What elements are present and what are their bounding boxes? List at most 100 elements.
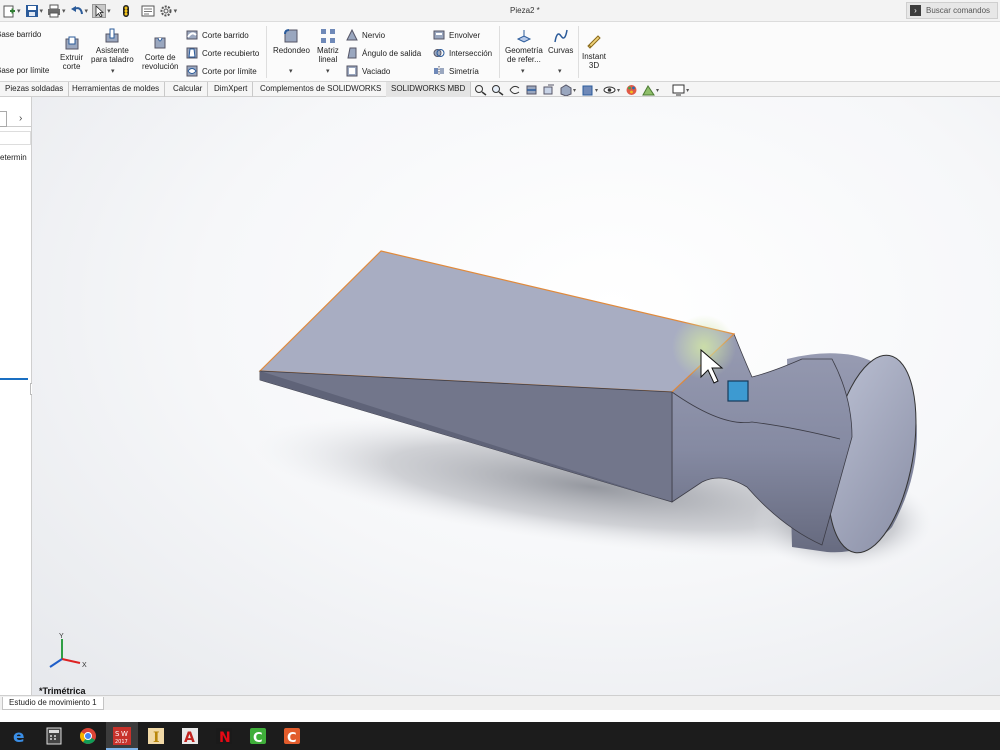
shell-icon xyxy=(346,65,358,77)
corte-recubierto-label: Corte recubierto xyxy=(202,48,260,58)
hammer-model[interactable] xyxy=(32,97,1000,695)
simetria-button[interactable]: Simetría xyxy=(433,65,479,77)
base-limite-button[interactable]: Base por límite xyxy=(0,66,49,75)
apply-scene-caret[interactable]: ▾ xyxy=(656,87,659,94)
rebuild-icon[interactable] xyxy=(119,4,133,18)
hide-show-caret[interactable]: ▾ xyxy=(617,87,620,94)
corte-barrido-button[interactable]: Corte barrido xyxy=(186,29,249,41)
tab-herramientas-moldes[interactable]: Herramientas de moldes xyxy=(67,82,166,97)
lofted-cut-icon xyxy=(186,47,198,59)
new-dropdown-caret[interactable]: ▾ xyxy=(17,7,21,15)
curvas-button[interactable]: Curvas xyxy=(548,28,573,55)
hide-show-items-icon[interactable] xyxy=(603,84,616,96)
geometria-referencia-caret[interactable]: ▾ xyxy=(521,67,525,75)
svg-text:W: W xyxy=(121,730,128,738)
edge-icon[interactable]: e xyxy=(10,726,30,746)
netflix-icon[interactable]: N xyxy=(214,726,234,746)
expand-panel-chevron-icon[interactable]: › xyxy=(19,113,22,124)
acrobat-icon[interactable]: A xyxy=(180,726,200,746)
view-orientation-icon[interactable] xyxy=(559,84,572,97)
zoom-to-area-icon[interactable] xyxy=(491,84,504,96)
tab-calcular[interactable]: Calcular xyxy=(168,82,209,97)
previous-view-icon[interactable] xyxy=(508,84,521,96)
print-icon[interactable] xyxy=(47,4,61,18)
tab-solidworks-mbd[interactable]: SOLIDWORKS MBD xyxy=(386,82,472,97)
instant3d-button[interactable]: Instant 3D xyxy=(582,34,606,70)
selection-square xyxy=(727,380,749,402)
view-settings-icon[interactable] xyxy=(672,84,685,96)
matriz-lineal-button[interactable]: Matriz lineal xyxy=(317,28,339,64)
corte-recubierto-button[interactable]: Corte recubierto xyxy=(186,47,259,59)
linear-pattern-icon xyxy=(320,29,335,43)
inventor-icon[interactable]: I xyxy=(146,726,166,746)
vaciado-button[interactable]: Vaciado xyxy=(346,65,390,77)
tab-complementos[interactable]: Complementos de SOLIDWORKS xyxy=(255,82,388,97)
options-dropdown-caret[interactable]: ▾ xyxy=(174,7,178,15)
camtasia-recorder-icon[interactable]: C xyxy=(282,726,302,746)
corte-limite-button[interactable]: Corte por límite xyxy=(186,65,257,77)
display-style-icon[interactable] xyxy=(581,84,594,96)
triad-x-label: X xyxy=(82,662,87,669)
tab-dimxpert[interactable]: DimXpert xyxy=(209,82,254,97)
panel-tabs: › xyxy=(0,111,31,127)
interseccion-button[interactable]: Intersección xyxy=(433,47,492,59)
save-dropdown-caret[interactable]: ▾ xyxy=(40,7,44,15)
rollback-bar[interactable] xyxy=(0,378,28,380)
asistente-taladro-line1: Asistente xyxy=(95,46,129,55)
envolver-button[interactable]: Envolver xyxy=(433,29,480,41)
angulo-salida-label: Ángulo de salida xyxy=(362,48,422,58)
feature-tree-item[interactable]: etermin xyxy=(0,153,31,162)
print-dropdown-caret[interactable]: ▾ xyxy=(62,7,66,15)
angulo-salida-button[interactable]: Ángulo de salida xyxy=(346,47,421,59)
calculator-icon[interactable] xyxy=(44,726,64,746)
apply-scene-icon[interactable] xyxy=(642,84,655,96)
display-style-caret[interactable]: ▾ xyxy=(595,87,598,94)
graphics-area[interactable]: Y X *Trimétrica xyxy=(32,97,1000,695)
zoom-to-fit-icon[interactable] xyxy=(474,84,487,96)
geometria-referencia-button[interactable]: Geometría de refer... xyxy=(505,28,543,64)
undo-dropdown-caret[interactable]: ▾ xyxy=(85,7,89,15)
curvas-caret[interactable]: ▾ xyxy=(558,67,562,75)
redondeo-button[interactable]: Redondeo xyxy=(273,28,310,55)
asistente-taladro-button[interactable]: Asistente para taladro xyxy=(91,28,134,64)
section-view-icon[interactable] xyxy=(525,84,538,96)
command-manager-ribbon: Base barrido Base por límite Extruir cor… xyxy=(0,22,1000,82)
feature-tree-tab[interactable] xyxy=(0,111,7,127)
corte-revolucion-button[interactable]: Corte de revolución xyxy=(142,35,178,71)
extruir-corte-line2: corte xyxy=(62,62,81,71)
view-settings-caret[interactable]: ▾ xyxy=(686,87,689,94)
feature-filter-field[interactable] xyxy=(0,131,31,145)
base-barrido-button[interactable]: Base barrido xyxy=(0,30,41,39)
view-orientation-caret[interactable]: ▾ xyxy=(573,87,576,94)
matriz-lineal-caret[interactable]: ▾ xyxy=(326,67,330,75)
solidworks-icon[interactable]: S W2017 xyxy=(112,726,132,746)
svg-text:C: C xyxy=(287,731,297,746)
new-document-icon[interactable] xyxy=(2,4,16,18)
options-gear-icon[interactable] xyxy=(159,4,173,18)
redondeo-caret[interactable]: ▾ xyxy=(289,67,293,75)
base-limite-label: Base por límite xyxy=(0,66,50,75)
camtasia-icon[interactable]: C xyxy=(248,726,268,746)
curves-icon xyxy=(553,29,568,43)
corte-barrido-label: Corte barrido xyxy=(202,30,249,40)
view-orientation-label: *Trimétrica xyxy=(39,686,86,695)
extruir-corte-button[interactable]: Extruir corte xyxy=(60,35,83,71)
select-icon[interactable] xyxy=(92,4,107,18)
file-properties-icon[interactable] xyxy=(141,4,155,18)
save-icon[interactable] xyxy=(25,4,39,18)
tab-piezas-soldadas[interactable]: Piezas soldadas xyxy=(0,82,70,97)
matriz-lineal-line1: Matriz xyxy=(317,46,339,55)
chrome-icon[interactable] xyxy=(78,726,98,746)
geometria-referencia-line2: de refer... xyxy=(507,55,541,64)
tab-motion-study[interactable]: Estudio de movimiento 1 xyxy=(2,697,104,710)
search-commands-box[interactable]: › Buscar comandos xyxy=(906,2,998,19)
edit-appearance-icon[interactable] xyxy=(625,84,638,96)
undo-icon[interactable] xyxy=(70,4,84,18)
nervio-button[interactable]: Nervio xyxy=(346,29,385,41)
dynamic-annotation-icon[interactable] xyxy=(542,84,555,96)
svg-text:C: C xyxy=(253,731,263,746)
simetria-label: Simetría xyxy=(449,66,479,76)
draft-icon xyxy=(347,47,357,59)
asistente-taladro-caret[interactable]: ▾ xyxy=(111,67,115,75)
select-dropdown-caret[interactable]: ▾ xyxy=(107,7,111,15)
